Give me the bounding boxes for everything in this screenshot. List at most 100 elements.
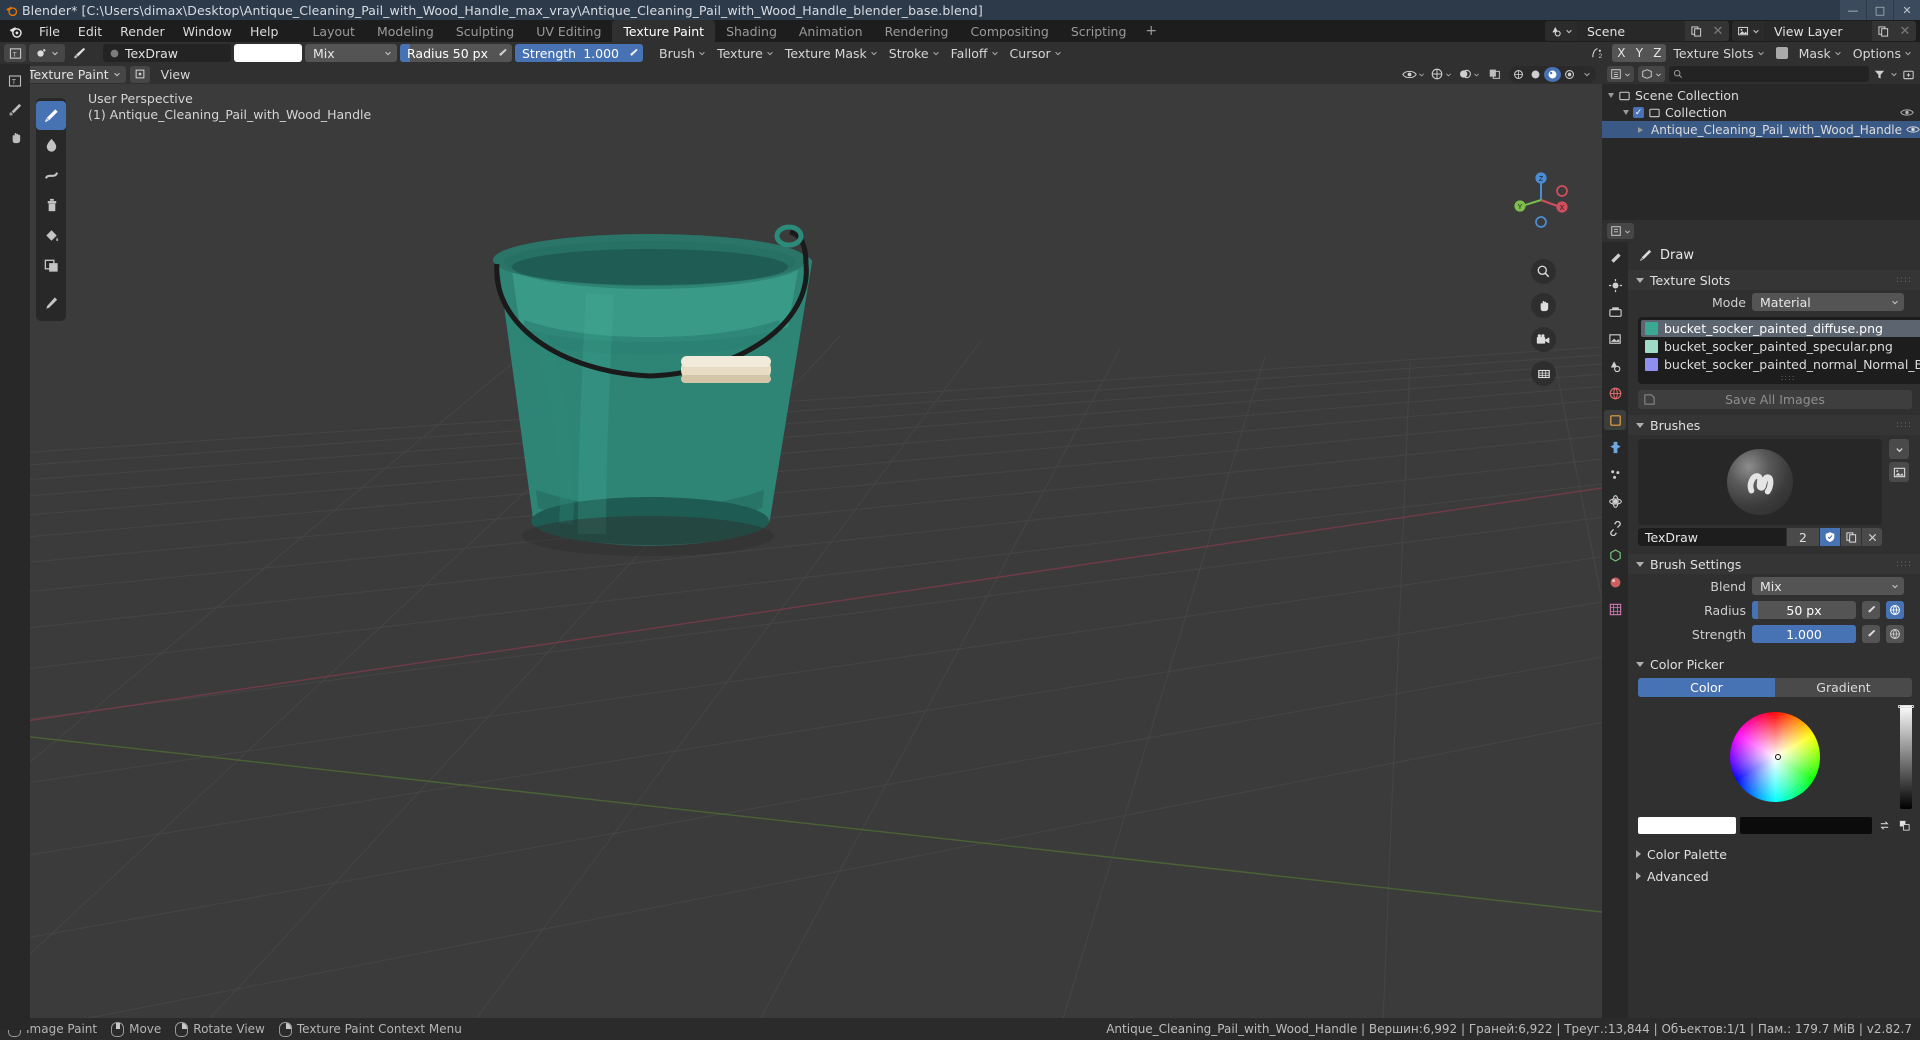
new-scene-button[interactable] (1685, 21, 1707, 41)
blend-dropdown[interactable]: Mix (1752, 577, 1904, 595)
panel-collapse-icon[interactable] (1636, 872, 1641, 880)
cursor-menu[interactable]: Cursor (1006, 44, 1066, 62)
symmetry-z-toggle[interactable]: Z (1648, 44, 1667, 62)
clone-tool-button[interactable] (36, 191, 66, 220)
texture-menu[interactable]: Texture (713, 44, 778, 62)
color-palette-panel-header[interactable]: Color Palette (1628, 844, 1920, 864)
overlays-icon[interactable] (1457, 66, 1481, 83)
tab-animation[interactable]: Animation (788, 20, 874, 42)
expand-arrow-icon[interactable] (1608, 93, 1614, 98)
scene-selector[interactable]: Scene ✕ (1545, 21, 1729, 41)
unlink-scene-button[interactable]: ✕ (1707, 21, 1729, 41)
ortho-toggle-icon[interactable] (1531, 361, 1556, 386)
radius-pressure-toggle[interactable] (1862, 601, 1880, 619)
outliner-search-input[interactable] (1669, 66, 1869, 82)
symmetry-icon[interactable]: 2 (1586, 44, 1609, 62)
outliner-row-object[interactable]: Antique_Cleaning_Pail_with_Wood_Handle (1602, 121, 1920, 138)
brushes-panel-header[interactable]: Brushes :::: (1628, 415, 1920, 435)
texture-slots-panel-header[interactable]: Texture Slots :::: (1628, 270, 1920, 290)
editor-type-corner-icon[interactable]: T (3, 70, 27, 92)
view-layer-icon[interactable] (1732, 21, 1764, 41)
panel-expand-icon[interactable] (1636, 561, 1644, 567)
primary-color-swatch[interactable] (1638, 817, 1736, 834)
minimize-button[interactable]: — (1840, 0, 1866, 20)
outliner-filter-icon[interactable] (1873, 68, 1886, 81)
save-all-images-button[interactable]: Save All Images (1638, 390, 1912, 409)
render-properties-tab[interactable] (1604, 275, 1626, 295)
scene-name[interactable]: Scene (1577, 21, 1685, 41)
brush-name-field[interactable]: TexDraw (103, 44, 231, 62)
outliner-editor-type-icon[interactable] (1607, 66, 1634, 82)
strength-unit-toggle[interactable] (1886, 625, 1904, 643)
outliner-display-mode[interactable] (1638, 66, 1665, 82)
maximize-button[interactable]: □ (1867, 0, 1893, 20)
symmetry-x-toggle[interactable]: X (1612, 44, 1631, 62)
brush-color-swatch[interactable] (234, 44, 302, 62)
object-properties-tab[interactable] (1604, 410, 1626, 430)
xray-icon[interactable] (1485, 66, 1505, 83)
draw-tool-button[interactable] (36, 101, 66, 130)
scene-properties-tab[interactable] (1604, 356, 1626, 376)
stroke-menu[interactable]: Stroke (885, 44, 944, 62)
navigation-gizmo[interactable]: Z X Y (1510, 169, 1572, 231)
brush-user-count[interactable]: 2 (1787, 528, 1819, 546)
outliner-row-scene-collection[interactable]: Scene Collection (1602, 87, 1920, 104)
symmetry-y-toggle[interactable]: Y (1630, 44, 1649, 62)
radius-pressure-icon[interactable] (494, 46, 510, 60)
color-wheel[interactable] (1730, 712, 1820, 802)
panel-expand-icon[interactable] (1636, 422, 1644, 428)
brush-datablock-name[interactable]: TexDraw (1638, 528, 1786, 546)
data-properties-tab[interactable] (1604, 545, 1626, 565)
texture-properties-tab[interactable] (1604, 599, 1626, 619)
advanced-panel-header[interactable]: Advanced (1628, 866, 1920, 886)
tool-properties-tab[interactable] (1604, 248, 1626, 268)
tab-texture-paint[interactable]: Texture Paint (612, 20, 716, 42)
pan-hand-icon[interactable] (1531, 293, 1556, 318)
swap-colors-icon[interactable] (1876, 819, 1892, 832)
view-pan-icon[interactable] (3, 126, 27, 148)
tab-uv-editing[interactable]: UV Editing (525, 20, 612, 42)
radius-prop-slider[interactable]: 50 px (1752, 601, 1856, 619)
secondary-color-swatch[interactable] (1740, 817, 1872, 834)
solid-shading-icon[interactable] (1527, 67, 1544, 82)
brush-preview[interactable] (1638, 439, 1909, 525)
radius-unit-toggle[interactable] (1886, 601, 1904, 619)
falloff-menu[interactable]: Falloff (947, 44, 1003, 62)
texture-slot-item[interactable]: bucket_socker_painted_normal_Normal_B.. (1641, 356, 1920, 373)
viewport-pivot-icon[interactable] (129, 65, 150, 83)
world-properties-tab[interactable] (1604, 383, 1626, 403)
blend-mode-dropdown[interactable]: Mix (305, 44, 397, 62)
texture-slot-item[interactable]: bucket_socker_painted_specular.png (1641, 338, 1920, 355)
duplicate-brush-button[interactable] (1841, 528, 1861, 546)
properties-editor-type-icon[interactable] (1607, 223, 1634, 239)
tab-modeling[interactable]: Modeling (366, 20, 445, 42)
expand-arrow-icon[interactable] (1638, 126, 1643, 133)
shading-options-icon[interactable] (1578, 67, 1595, 82)
reset-colors-icon[interactable] (1896, 819, 1912, 832)
texture-slot-item[interactable]: bucket_socker_painted_diffuse.png (1641, 320, 1920, 337)
mask-tool-button[interactable] (36, 251, 66, 280)
fake-user-toggle[interactable] (1820, 528, 1840, 546)
visibility-icon[interactable] (1401, 66, 1425, 83)
view-layer-name[interactable]: View Layer (1764, 21, 1872, 41)
gizmo-icon[interactable] (1429, 66, 1453, 83)
tab-rendering[interactable]: Rendering (874, 20, 960, 42)
viewport-view-menu[interactable]: View (154, 66, 198, 83)
tab-shading[interactable]: Shading (715, 20, 788, 42)
new-view-layer-button[interactable] (1872, 21, 1894, 41)
tab-layout[interactable]: Layout (301, 20, 366, 42)
value-slider-handle[interactable] (1898, 705, 1914, 708)
mask-menu[interactable]: Mask (1795, 44, 1846, 62)
tab-scripting[interactable]: Scripting (1060, 20, 1138, 42)
color-wheel-cursor[interactable] (1774, 754, 1781, 760)
outliner-new-collection-icon[interactable] (1902, 68, 1915, 81)
tool-settings-icon[interactable] (3, 98, 27, 120)
add-workspace-button[interactable]: + (1137, 20, 1165, 42)
material-properties-tab[interactable] (1604, 572, 1626, 592)
brush-menu[interactable]: Brush (655, 44, 710, 62)
gradient-tab[interactable]: Gradient (1775, 678, 1912, 697)
outliner-filter-dropdown-icon[interactable] (1890, 70, 1898, 78)
view-layer-selector[interactable]: View Layer ✕ (1732, 21, 1916, 41)
rendered-shading-icon[interactable] (1561, 67, 1578, 82)
visibility-eye-icon[interactable] (1906, 124, 1920, 135)
